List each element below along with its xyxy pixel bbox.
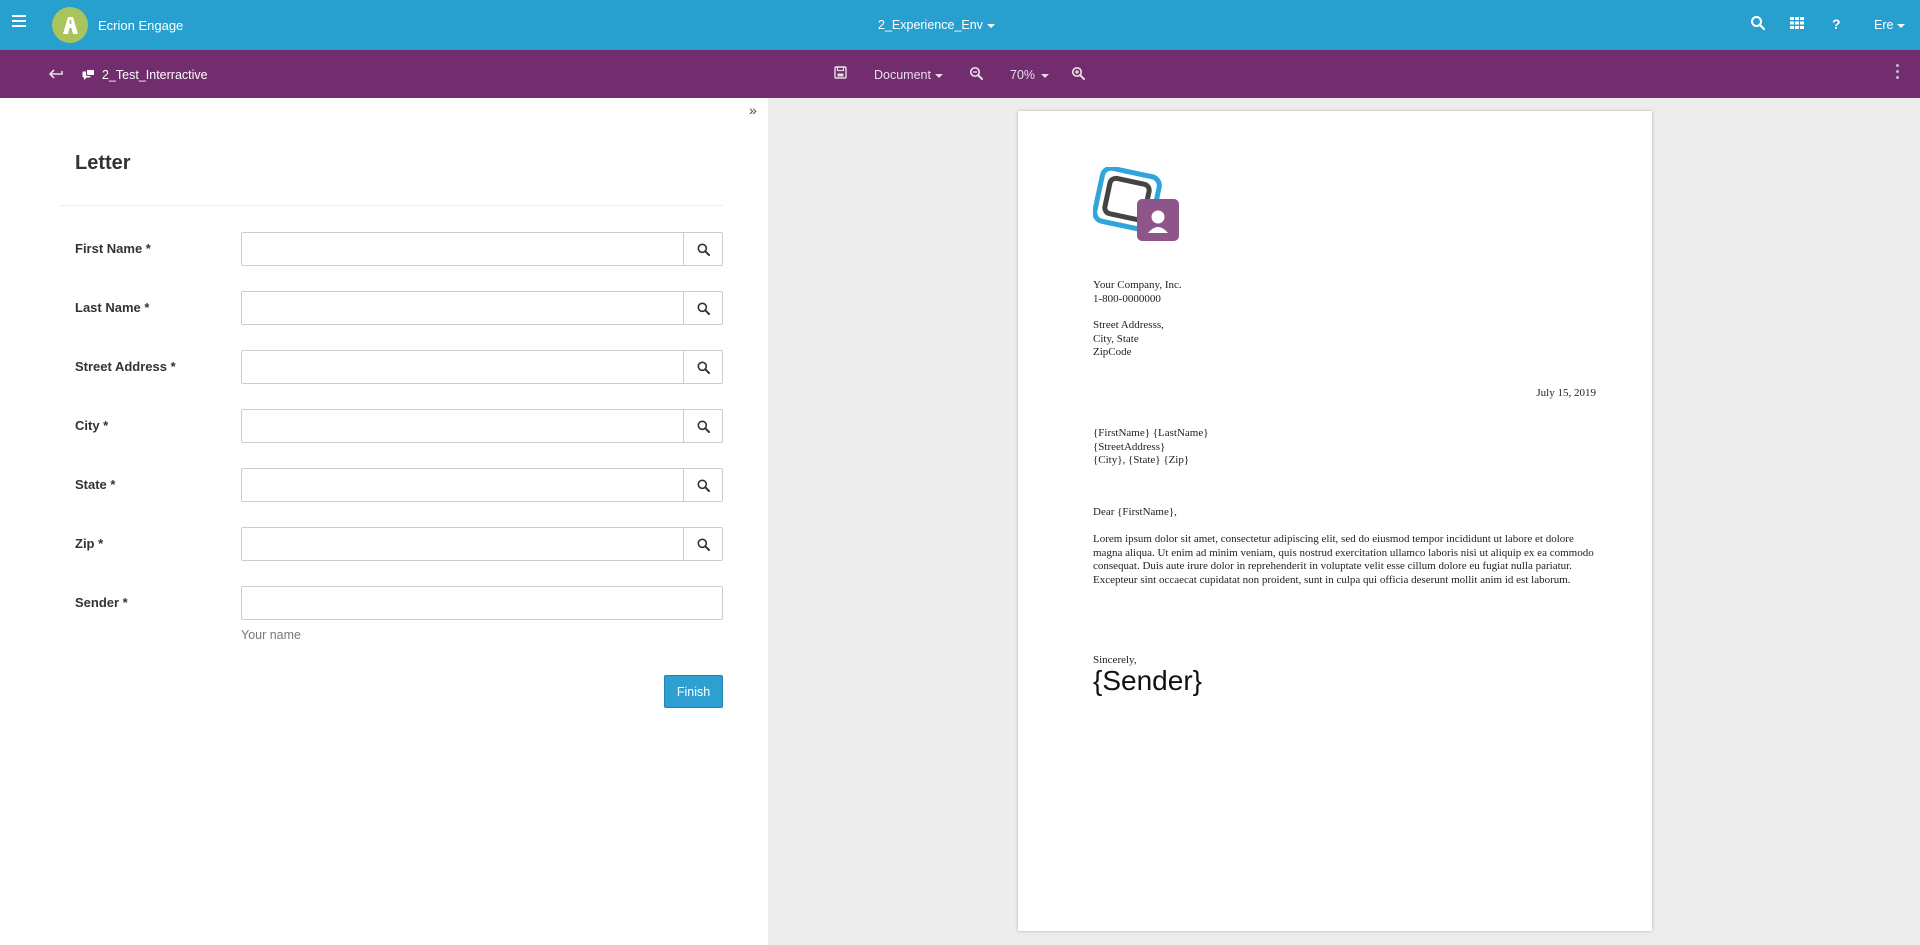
zoom-level-selector[interactable]: 70%: [1010, 68, 1050, 82]
recipient-block: {FirstName} {LastName} {StreetAddress} {…: [1093, 427, 1209, 468]
salutation: Dear {FirstName},: [1093, 506, 1177, 518]
zip-input[interactable]: [241, 527, 684, 561]
form-divider: [60, 205, 723, 206]
view-mode-label: Document: [874, 68, 931, 82]
search-icon[interactable]: [1750, 15, 1768, 33]
sender-label: Sender *: [75, 595, 128, 610]
form-panel: » Letter First Name * Last Name * Street…: [0, 98, 768, 945]
letter-date: July 15, 2019: [1536, 387, 1596, 399]
city-label: City *: [75, 418, 109, 433]
document-preview-area[interactable]: Your Company, Inc. 1-800-0000000 Street …: [768, 98, 1920, 945]
save-icon[interactable]: [834, 66, 850, 82]
zoom-level: 70%: [1010, 68, 1036, 82]
state-input[interactable]: [241, 468, 684, 502]
form-title: Letter: [75, 152, 131, 174]
top-navigation-bar: Ecrion Engage 2_Experience_Env ? Ere: [0, 0, 1920, 50]
company-name: Your Company, Inc.: [1093, 279, 1182, 291]
document-title: 2_Test_Interractive: [102, 68, 208, 82]
last-name-input[interactable]: [241, 291, 684, 325]
interactive-document-icon: [82, 68, 98, 84]
caret-down-icon: [1041, 73, 1050, 78]
brand-name: Ecrion Engage: [98, 18, 184, 33]
first-name-input[interactable]: [241, 232, 684, 266]
letter-body: Lorem ipsum dolor sit amet, consectetur …: [1093, 533, 1594, 586]
zoom-in-icon[interactable]: [1071, 66, 1087, 82]
caret-down-icon: [934, 73, 943, 78]
recipient-street: {StreetAddress}: [1093, 440, 1166, 453]
user-menu[interactable]: Ere: [1874, 18, 1906, 32]
help-icon[interactable]: ?: [1832, 16, 1850, 34]
recipient-name: {FirstName} {LastName}: [1093, 427, 1209, 439]
search-icon: [697, 479, 710, 492]
view-mode-selector[interactable]: Document: [874, 68, 943, 82]
company-phone: 1-800-0000000: [1093, 292, 1161, 305]
sender-input[interactable]: [241, 586, 723, 620]
company-city-state: City, State: [1093, 332, 1139, 345]
menu-icon[interactable]: [12, 15, 26, 29]
last-name-label: Last Name *: [75, 300, 150, 315]
brand-logo[interactable]: [52, 7, 88, 43]
user-name: Ere: [1874, 18, 1894, 32]
finish-button[interactable]: Finish: [664, 675, 723, 708]
first-name-label: First Name *: [75, 241, 151, 256]
caret-down-icon: [986, 23, 995, 28]
collapse-panel-icon[interactable]: »: [749, 102, 757, 118]
zip-label: Zip *: [75, 536, 104, 551]
search-icon: [697, 538, 710, 551]
search-icon: [697, 302, 710, 315]
search-icon: [697, 361, 710, 374]
more-options-icon[interactable]: [1896, 64, 1900, 82]
last-name-lookup-button[interactable]: [683, 291, 723, 325]
company-street: Street Addresss,: [1093, 319, 1164, 331]
city-lookup-button[interactable]: [683, 409, 723, 443]
sender-signature: {Sender}: [1093, 665, 1202, 696]
company-logo: [1092, 165, 1183, 247]
zip-lookup-button[interactable]: [683, 527, 723, 561]
company-address-block: Street Addresss, City, State ZipCode: [1093, 319, 1164, 360]
street-address-label: Street Address *: [75, 359, 176, 374]
back-icon[interactable]: [48, 67, 65, 83]
sender-help-text: Your name: [241, 628, 301, 642]
first-name-lookup-button[interactable]: [683, 232, 723, 266]
search-icon: [697, 420, 710, 433]
zoom-out-icon[interactable]: [969, 66, 985, 82]
letter-page: Your Company, Inc. 1-800-0000000 Street …: [1018, 111, 1652, 931]
street-address-lookup-button[interactable]: [683, 350, 723, 384]
environment-selector[interactable]: 2_Experience_Env: [878, 18, 995, 32]
city-input[interactable]: [241, 409, 684, 443]
search-icon: [697, 243, 710, 256]
company-block: Your Company, Inc. 1-800-0000000: [1093, 279, 1182, 306]
environment-name: 2_Experience_Env: [878, 18, 983, 32]
caret-down-icon: [1897, 23, 1906, 28]
state-lookup-button[interactable]: [683, 468, 723, 502]
grid-icon[interactable]: [1789, 15, 1807, 33]
recipient-city-state-zip: {City}, {State} {Zip}: [1093, 454, 1190, 466]
state-label: State *: [75, 477, 116, 492]
street-address-input[interactable]: [241, 350, 684, 384]
document-toolbar: 2_Test_Interractive Document 70%: [0, 50, 1920, 98]
company-zip: ZipCode: [1093, 346, 1132, 358]
